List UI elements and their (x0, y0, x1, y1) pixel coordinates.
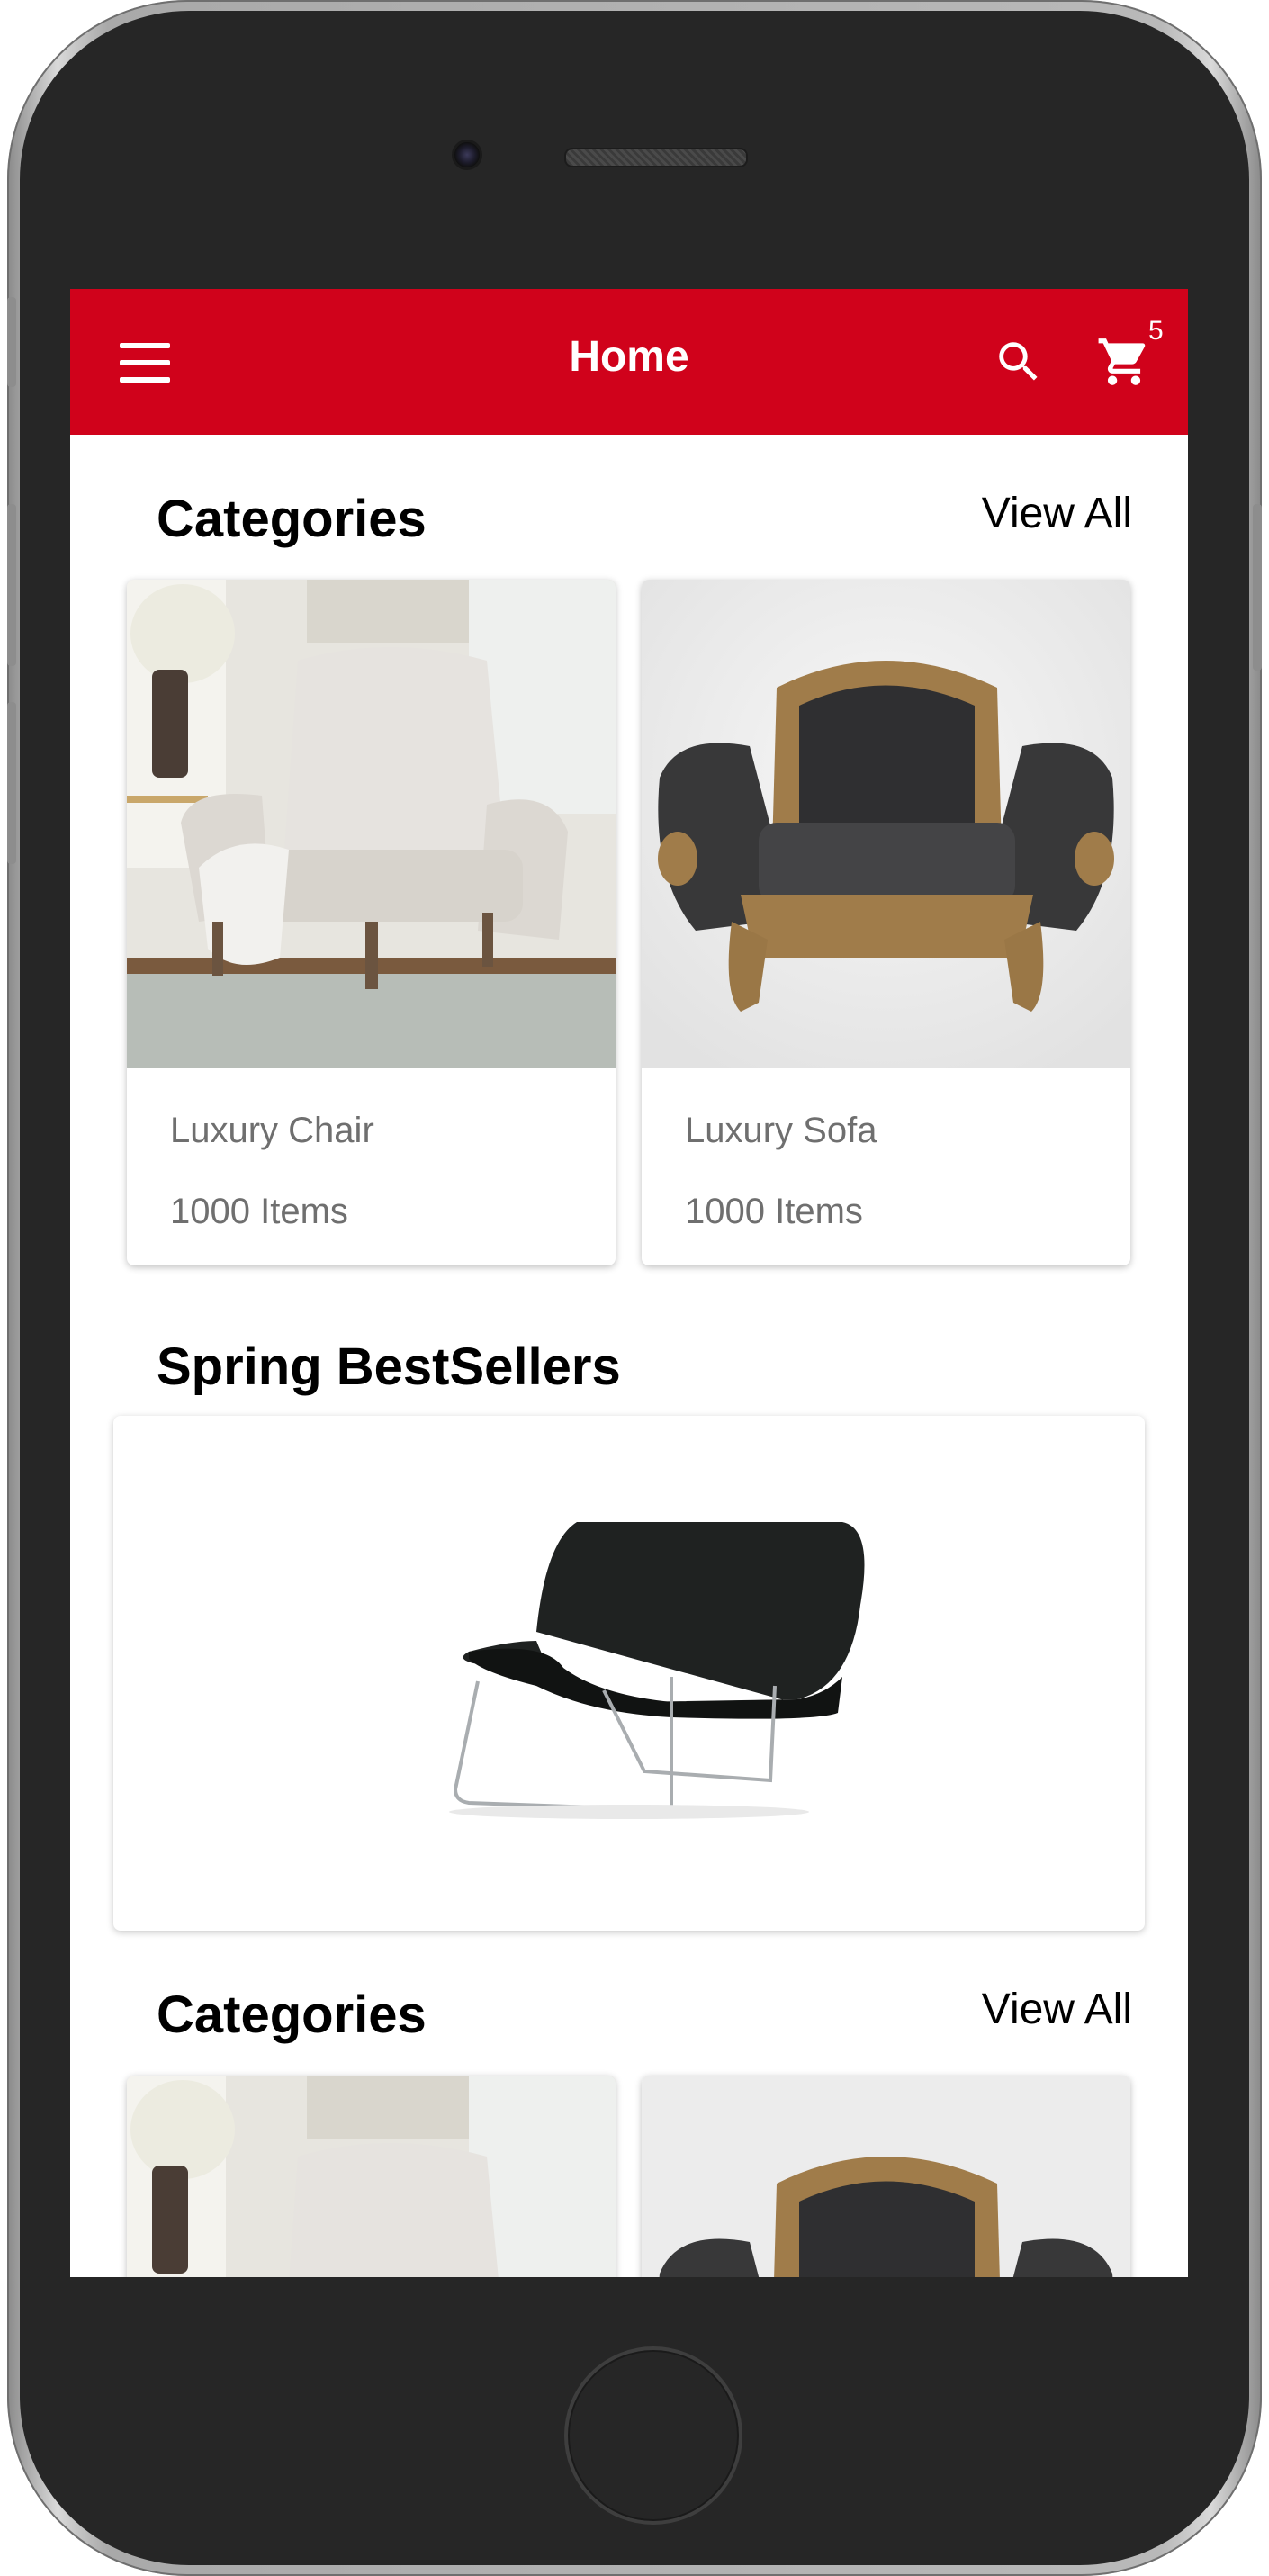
mute-switch (7, 297, 16, 387)
cart-count-badge: 5 (1148, 316, 1164, 346)
category-name: Luxury Chair (170, 1111, 374, 1150)
category-count: 1000 Items (685, 1192, 863, 1231)
volume-up-button (7, 504, 16, 666)
luxury-chair-image (127, 2076, 616, 2277)
category-name: Luxury Sofa (685, 1111, 878, 1150)
section-title-categories: Categories (157, 490, 427, 548)
category-card-luxury-sofa-2[interactable] (642, 2076, 1130, 2277)
luxury-chair-image (127, 580, 616, 1068)
luxury-sofa-image (642, 580, 1130, 1068)
view-all-link-2[interactable]: View All (982, 1985, 1132, 2034)
app-screen: Home 5 Categories View All Luxury Chair … (70, 289, 1188, 2277)
lounge-chair-image (449, 1522, 865, 1819)
section-title-categories-2: Categories (157, 1986, 427, 2044)
luxury-sofa-image (642, 2076, 1130, 2277)
category-count: 1000 Items (170, 1192, 348, 1231)
cart-icon[interactable] (1096, 334, 1152, 390)
volume-down-button (7, 702, 16, 864)
search-icon[interactable] (993, 336, 1045, 388)
front-camera (452, 140, 482, 170)
home-button[interactable] (564, 2346, 742, 2525)
category-card-luxury-sofa[interactable]: Luxury Sofa 1000 Items (642, 580, 1130, 1265)
view-all-link[interactable]: View All (982, 489, 1132, 538)
earpiece-speaker (564, 148, 748, 167)
section-title-spring-bestsellers: Spring BestSellers (157, 1338, 621, 1396)
category-card-luxury-chair[interactable]: Luxury Chair 1000 Items (127, 580, 616, 1265)
app-bar: Home 5 (70, 289, 1188, 435)
bestseller-banner[interactable] (113, 1416, 1145, 1931)
category-card-luxury-chair-2[interactable] (127, 2076, 616, 2277)
power-button (1253, 504, 1262, 671)
